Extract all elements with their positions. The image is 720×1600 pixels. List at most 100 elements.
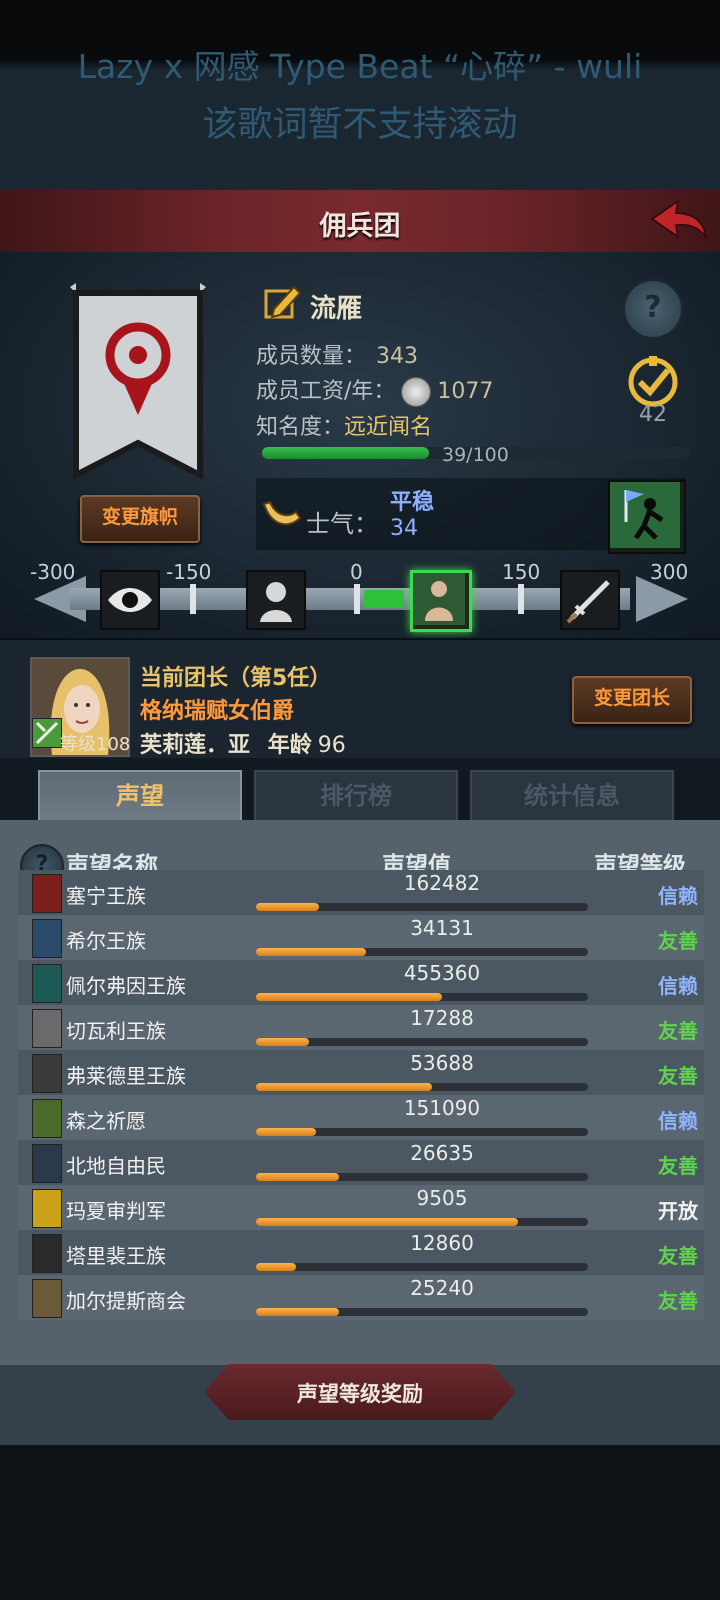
reputation-progress-track [256, 993, 588, 1001]
fame-progress-text: 39/100 [442, 444, 509, 466]
lyric-subtitle: 该歌词暂不支持滚动 [202, 105, 518, 145]
reputation-progress-fill [256, 993, 442, 1001]
achievement-count: 42 [639, 402, 667, 427]
reputation-row[interactable]: 塞宁王族 162482 信赖 [18, 870, 704, 915]
faction-reputation-level: 开放 [658, 1199, 698, 1223]
reputation-progress-fill [256, 1263, 296, 1271]
member-count-value: 343 [376, 344, 419, 369]
change-leader-button[interactable]: 变更团长 [572, 676, 692, 724]
faction-emblem-icon [32, 1189, 62, 1228]
reputation-progress-fill [256, 1128, 316, 1136]
back-arrow-icon [650, 198, 708, 241]
change-flag-label: 变更旗帜 [101, 506, 178, 528]
change-leader-label: 变更团长 [593, 687, 670, 709]
faction-name: 切瓦利王族 [66, 1019, 166, 1043]
reputation-progress-track [256, 948, 588, 956]
reward-button-label: 声望等级奖励 [297, 1382, 423, 1406]
faction-emblem-icon [32, 919, 62, 958]
faction-reputation-value: 151090 [403, 1096, 481, 1120]
faction-reputation-level: 信赖 [658, 974, 698, 998]
faction-reputation-value: 162482 [403, 871, 481, 895]
fame-value: 远近闻名 [344, 415, 433, 440]
leader-name: 芙莉莲．亚 [140, 733, 251, 758]
faction-emblem-icon [32, 1099, 62, 1138]
reputation-progress-track [256, 1218, 588, 1226]
achievement-badge-icon[interactable] [622, 356, 684, 408]
faction-reputation-level: 友善 [658, 1019, 698, 1043]
faction-reputation-value: 53688 [410, 1051, 474, 1075]
leader-info: 芙莉莲．亚 年龄 96 [140, 727, 346, 759]
scale-label: 0 [350, 560, 363, 584]
help-button[interactable]: ? [622, 278, 684, 340]
member-count-label: 成员数量： [256, 344, 367, 369]
reputation-progress-track [256, 1038, 588, 1046]
faction-name: 玛夏审判军 [66, 1199, 166, 1223]
lyric-title: Lazy x 网感 Type Beat “心碎” - wuli [77, 47, 643, 86]
reputation-row[interactable]: 北地自由民 26635 友善 [18, 1140, 704, 1185]
reputation-progress-fill [256, 948, 366, 956]
morale-flag-runner-icon [608, 480, 686, 554]
morale-state: 平稳 [390, 490, 435, 515]
member-wage: 成员工资/年： 1077 [256, 373, 493, 407]
class-icon [32, 718, 62, 748]
sword-icon[interactable] [560, 570, 620, 630]
fame-label: 知名度： [256, 415, 345, 440]
scale-tick [354, 584, 360, 614]
lyric-overlay [0, 0, 720, 190]
faction-reputation-value: 17288 [410, 1006, 474, 1030]
leader-rank-name: 格纳瑞赋女伯爵 [140, 699, 295, 724]
tab-reputation[interactable]: 声望 [38, 770, 242, 822]
edit-name-icon[interactable] [264, 283, 302, 321]
despair-icon[interactable] [246, 570, 306, 630]
faction-name: 佩尔弗因王族 [66, 974, 186, 998]
faction-emblem-icon [32, 1054, 62, 1093]
faction-reputation-value: 12860 [410, 1231, 474, 1255]
scale-label: 300 [650, 560, 689, 584]
age-value: 96 [317, 733, 346, 758]
faction-emblem-icon [32, 1234, 62, 1273]
reputation-row[interactable]: 弗莱德里王族 53688 友善 [18, 1050, 704, 1095]
faction-name: 北地自由民 [66, 1154, 166, 1178]
scale-label: -300 [30, 560, 76, 584]
member-wage-label: 成员工资/年： [256, 379, 396, 404]
faction-reputation-level: 友善 [658, 1244, 698, 1268]
member-wage-value: 1077 [437, 379, 494, 404]
fame-progress-fill [262, 447, 429, 459]
faction-name: 塞宁王族 [66, 884, 146, 908]
page-title: 佣兵团 [319, 211, 401, 242]
reputation-progress-fill [256, 903, 320, 911]
reputation-progress-fill [256, 1308, 339, 1316]
reputation-progress-fill [256, 1038, 310, 1046]
age-label: 年龄 [267, 733, 312, 758]
faction-reputation-level: 信赖 [658, 1109, 698, 1133]
scale-label: -150 [166, 560, 212, 584]
tab-statistics[interactable]: 统计信息 [470, 770, 674, 824]
reputation-row[interactable]: 希尔王族 34131 友善 [18, 915, 704, 960]
tab-ranking[interactable]: 排行榜 [254, 770, 458, 824]
calm-figure-icon[interactable] [410, 570, 472, 632]
reputation-progress-track [256, 1128, 588, 1136]
tab-label: 统计信息 [524, 782, 620, 810]
reputation-progress-track [256, 1173, 588, 1181]
guild-banner [70, 283, 206, 483]
reputation-row[interactable]: 森之祈愿 151090 信赖 [18, 1095, 704, 1140]
back-button[interactable] [648, 197, 710, 243]
leader-title: 当前团长（第5任） [140, 666, 332, 691]
faction-reputation-value: 9505 [416, 1186, 468, 1210]
reputation-row[interactable]: 加尔提斯商会 25240 友善 [18, 1275, 704, 1320]
reputation-row[interactable]: 塔里裴王族 12860 友善 [18, 1230, 704, 1275]
reputation-reward-button[interactable]: 声望等级奖励 [204, 1364, 516, 1420]
reputation-progress-fill [256, 1173, 339, 1181]
eye-icon[interactable] [100, 570, 160, 630]
reputation-row[interactable]: 佩尔弗因王族 455360 信赖 [18, 960, 704, 1005]
tab-label: 排行榜 [320, 782, 392, 810]
faction-emblem-icon [32, 1279, 62, 1318]
morale-value: 34 [390, 516, 418, 541]
reputation-progress-track [256, 1308, 588, 1316]
faction-reputation-value: 455360 [403, 961, 481, 985]
reputation-row[interactable]: 切瓦利王族 17288 友善 [18, 1005, 704, 1050]
change-flag-button[interactable]: 变更旗帜 [80, 495, 200, 543]
faction-emblem-icon [32, 1009, 62, 1048]
reputation-row[interactable]: 玛夏审判军 9505 开放 [18, 1185, 704, 1230]
faction-emblem-icon [32, 964, 62, 1003]
